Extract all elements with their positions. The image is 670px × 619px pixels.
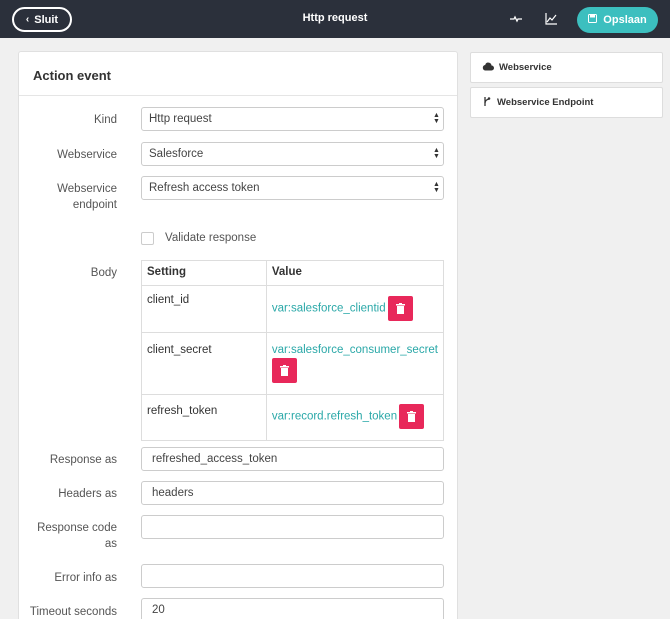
table-header-value: Value <box>265 260 445 286</box>
endpoint-label-line1: Webservice <box>57 183 117 195</box>
webservice-label: Webservice <box>57 149 117 161</box>
webservice-select-value: Salesforce <box>149 148 204 160</box>
panel-title: Action event <box>19 52 457 96</box>
kind-label: Kind <box>93 114 117 126</box>
trash-icon <box>395 303 405 314</box>
endpoint-select-value: Refresh access token <box>149 182 260 194</box>
table-row: client_id var:salesforce_clientid <box>141 285 445 333</box>
cloud-icon <box>482 62 494 74</box>
value-link[interactable]: var:record.refresh_token <box>272 411 397 423</box>
validate-response-label: Validate response <box>165 232 257 244</box>
headers-as-input[interactable]: headers <box>141 481 444 505</box>
page-title: Http request <box>302 12 368 24</box>
select-caret-icon: ▲ ▼ <box>433 112 440 125</box>
timeout-input[interactable]: 20 <box>141 598 444 619</box>
sidebar-item-webservice-endpoint[interactable]: Webservice Endpoint <box>470 87 663 118</box>
kind-select-value: Http request <box>149 113 212 125</box>
trash-icon <box>407 411 417 422</box>
webservice-select[interactable]: Salesforce ▲ ▼ <box>141 142 444 166</box>
save-button[interactable]: Opslaan <box>577 7 658 33</box>
body-table: Setting Value client_id var:salesforce_c… <box>141 260 445 441</box>
table-cell-setting: client_secret <box>141 332 267 395</box>
sidebar-item-webservice[interactable]: Webservice <box>470 52 663 83</box>
table-cell-value: var:salesforce_consumer_secret <box>265 332 445 395</box>
kind-select[interactable]: Http request ▲ ▼ <box>141 107 444 131</box>
delete-button[interactable] <box>271 358 297 383</box>
endpoint-label: Webservice endpoint <box>17 181 117 213</box>
select-caret-icon: ▲ ▼ <box>433 147 440 160</box>
value-link[interactable]: var:salesforce_consumer_secret <box>272 344 438 356</box>
table-row: refresh_token var:record.refresh_token <box>141 394 445 441</box>
timeout-label: Timeout seconds <box>29 606 117 618</box>
floppy-disk-icon <box>588 14 598 26</box>
error-info-input[interactable] <box>141 564 444 588</box>
error-info-label: Error info as <box>54 572 117 584</box>
value-link[interactable]: var:salesforce_clientid <box>272 303 386 315</box>
table-header-row: Setting Value <box>141 260 445 286</box>
response-code-label: Response code as <box>17 520 117 552</box>
body-label: Body <box>90 267 117 279</box>
save-button-label: Opslaan <box>603 14 647 26</box>
response-as-input[interactable]: refreshed_access_token <box>141 447 444 471</box>
validate-response-checkbox[interactable] <box>141 232 154 245</box>
pulse-icon[interactable] <box>509 12 523 26</box>
table-cell-setting: refresh_token <box>141 394 267 441</box>
delete-button[interactable] <box>399 404 425 429</box>
chart-icon[interactable] <box>544 12 558 26</box>
sidebar-item-label: Webservice <box>499 62 552 73</box>
endpoint-select[interactable]: Refresh access token ▲ ▼ <box>141 176 444 200</box>
table-cell-value: var:record.refresh_token <box>265 394 445 441</box>
headers-as-label: Headers as <box>58 488 117 500</box>
select-caret-icon: ▲ ▼ <box>433 181 440 194</box>
sidebar-item-label: Webservice Endpoint <box>497 97 594 108</box>
trash-icon <box>279 365 289 376</box>
table-row: client_secret var:salesforce_consumer_se… <box>141 332 445 395</box>
table-cell-value: var:salesforce_clientid <box>265 285 445 333</box>
response-code-label-line2: as <box>104 538 117 550</box>
table-cell-setting: client_id <box>141 285 267 333</box>
endpoint-label-line2: endpoint <box>72 199 117 211</box>
branch-icon <box>482 96 492 110</box>
response-code-label-line1: Response code <box>37 522 117 534</box>
response-code-input[interactable] <box>141 515 444 539</box>
delete-button[interactable] <box>387 296 413 321</box>
response-as-label: Response as <box>49 454 117 466</box>
top-bar: ‹ Sluit Http request Opslaan <box>0 0 670 38</box>
table-header-setting: Setting <box>141 260 267 286</box>
